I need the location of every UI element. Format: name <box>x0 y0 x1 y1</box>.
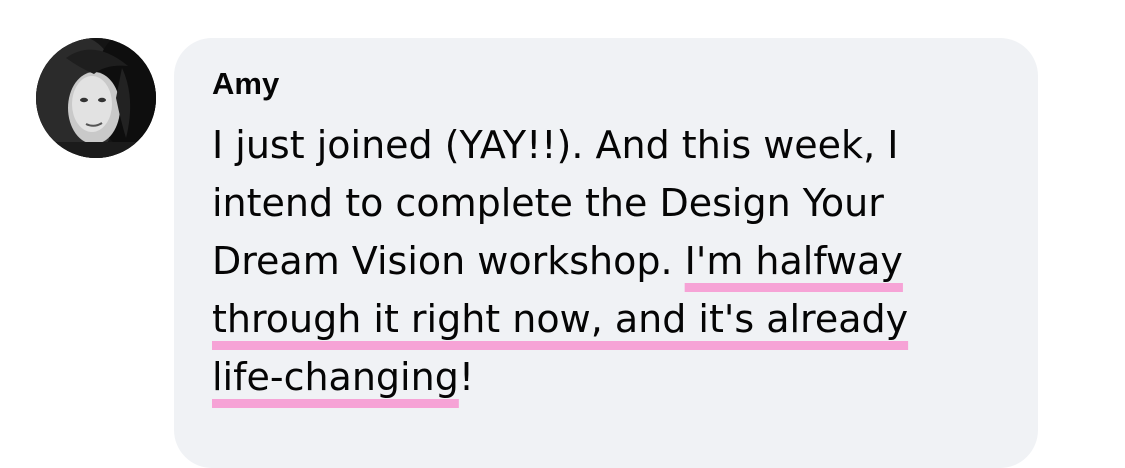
highlighted-text: through it right now, and it's already <box>212 297 909 341</box>
comment-text-plain: intend to complete the Design Your <box>212 181 884 225</box>
comment-text: I just joined (YAY!!). And this week, I … <box>212 116 1012 406</box>
comment-line-3: Dream Vision workshop. I'm halfway <box>212 232 1012 290</box>
comment-text-plain: Dream Vision workshop. <box>212 239 685 283</box>
comment-text-plain: I just joined (YAY!!). And this week, I <box>212 123 899 167</box>
highlighted-text: life-changing <box>212 355 459 399</box>
comment-line-5: life-changing! <box>212 348 1012 406</box>
comment-line-2: intend to complete the Design Your <box>212 174 1012 232</box>
comment-line-4: through it right now, and it's already <box>212 290 1012 348</box>
highlighted-text: I'm halfway <box>684 239 903 283</box>
comment-line-1: I just joined (YAY!!). And this week, I <box>212 116 1012 174</box>
comment-text-plain: ! <box>458 355 475 399</box>
avatar[interactable] <box>36 38 156 158</box>
comment-author[interactable]: Amy <box>212 64 279 104</box>
profile-photo-icon <box>36 38 156 158</box>
